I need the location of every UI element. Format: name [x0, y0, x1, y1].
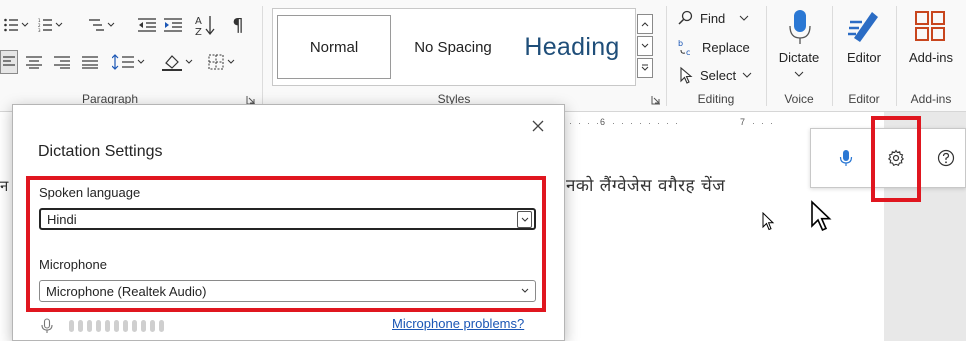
borders-icon[interactable]	[206, 50, 240, 74]
multilevel-list-icon[interactable]	[84, 14, 118, 36]
gallery-more-button[interactable]	[637, 58, 653, 78]
align-center-icon[interactable]	[24, 50, 44, 74]
replace-icon: bc	[678, 39, 690, 56]
svg-text:3: 3	[38, 28, 41, 33]
gallery-scroll-up-button[interactable]	[637, 14, 653, 34]
search-icon	[678, 10, 693, 25]
level-bar	[87, 320, 92, 332]
level-bar	[141, 320, 146, 332]
separator	[766, 6, 767, 106]
numbering-icon[interactable]: 123	[36, 14, 66, 36]
separator	[832, 6, 833, 106]
svg-text:c: c	[686, 48, 690, 56]
gallery-scroll-down-button[interactable]	[637, 36, 653, 56]
editor-label[interactable]: Editor	[838, 50, 890, 65]
microphone-icon	[41, 318, 53, 333]
microphone-icon	[789, 10, 811, 44]
select-icon	[680, 66, 693, 84]
ruler-dots: ·····	[560, 118, 605, 128]
line-spacing-icon[interactable]	[110, 50, 148, 74]
level-bar	[159, 320, 164, 332]
dictate-label[interactable]: Dictate	[772, 50, 826, 65]
addins-label[interactable]: Add-ins	[902, 50, 960, 65]
editing-group-label: Editing	[697, 92, 735, 106]
addins-group-label: Add-ins	[910, 92, 952, 106]
editor-button[interactable]	[844, 6, 884, 46]
replace-label: Replace	[702, 39, 750, 55]
decrease-indent-icon[interactable]	[136, 14, 158, 36]
level-bar	[150, 320, 155, 332]
find-button[interactable]: Find	[678, 10, 749, 26]
close-icon	[532, 120, 544, 132]
ruler-mark-6: 6	[600, 117, 606, 127]
select-label: Select	[700, 67, 737, 83]
level-bar	[114, 320, 119, 332]
addins-button[interactable]	[912, 8, 948, 44]
settings-highlight	[871, 116, 921, 202]
level-bar	[105, 320, 110, 332]
mouse-cursor-icon	[762, 211, 776, 237]
microphone-problems-link[interactable]: Microphone problems?	[392, 316, 524, 331]
svg-text:b: b	[678, 39, 683, 48]
style-no-spacing[interactable]: No Spacing	[397, 15, 509, 79]
style-heading[interactable]: Heading	[513, 15, 631, 79]
level-bar	[78, 320, 83, 332]
replace-button[interactable]: bc Replace	[678, 38, 750, 56]
align-left-icon[interactable]	[0, 50, 18, 74]
toolbar-microphone-button[interactable]	[835, 147, 857, 169]
dictate-button[interactable]	[780, 6, 820, 48]
fields-highlight	[26, 176, 546, 312]
document-text: नको लैंग्वेजेस वगैरह चेंज	[566, 176, 726, 196]
justify-icon[interactable]	[80, 50, 100, 74]
chevron-down-icon	[742, 72, 752, 78]
mouse-cursor-icon	[810, 200, 834, 239]
document-text-fragment: न	[0, 177, 9, 195]
level-bar	[96, 320, 101, 332]
help-button[interactable]	[935, 147, 957, 169]
align-right-icon[interactable]	[52, 50, 72, 74]
style-normal[interactable]: Normal	[277, 15, 391, 79]
ruler-dots: ···	[752, 118, 779, 128]
increase-indent-icon[interactable]	[162, 14, 184, 36]
svg-text:Z: Z	[195, 27, 202, 36]
svg-text:A: A	[195, 16, 202, 27]
dialog-title: Dictation Settings	[38, 143, 163, 160]
separator	[262, 6, 263, 106]
bullets-icon[interactable]	[2, 14, 32, 36]
close-button[interactable]	[527, 115, 549, 137]
select-button[interactable]: Select	[678, 66, 752, 84]
help-icon	[937, 149, 955, 167]
level-bar	[69, 320, 74, 332]
level-bar	[132, 320, 137, 332]
styles-gallery: Normal No Spacing Heading	[272, 8, 636, 86]
editor-pen-icon	[848, 12, 878, 42]
shading-icon[interactable]	[160, 50, 196, 74]
separator	[896, 6, 897, 106]
styles-launcher-icon[interactable]	[649, 93, 663, 107]
separator	[666, 6, 667, 106]
voice-group-label: Voice	[784, 92, 814, 106]
ruler-mark-7: 7	[740, 117, 746, 127]
microphone-icon	[839, 150, 853, 166]
chevron-down-icon[interactable]	[792, 68, 806, 80]
ribbon: 123 AZ ¶ Paragraph Normal No Spacing Hea…	[0, 0, 966, 112]
ruler-dots: ········	[612, 118, 684, 128]
find-label: Find	[700, 10, 726, 26]
level-bar	[123, 320, 128, 332]
microphone-level-meter	[41, 318, 164, 334]
addins-grid-icon	[915, 11, 945, 41]
sort-icon[interactable]: AZ	[194, 12, 218, 38]
show-formatting-icon[interactable]: ¶	[228, 12, 248, 38]
editor-group-label: Editor	[848, 92, 880, 106]
chevron-down-icon	[739, 15, 749, 21]
